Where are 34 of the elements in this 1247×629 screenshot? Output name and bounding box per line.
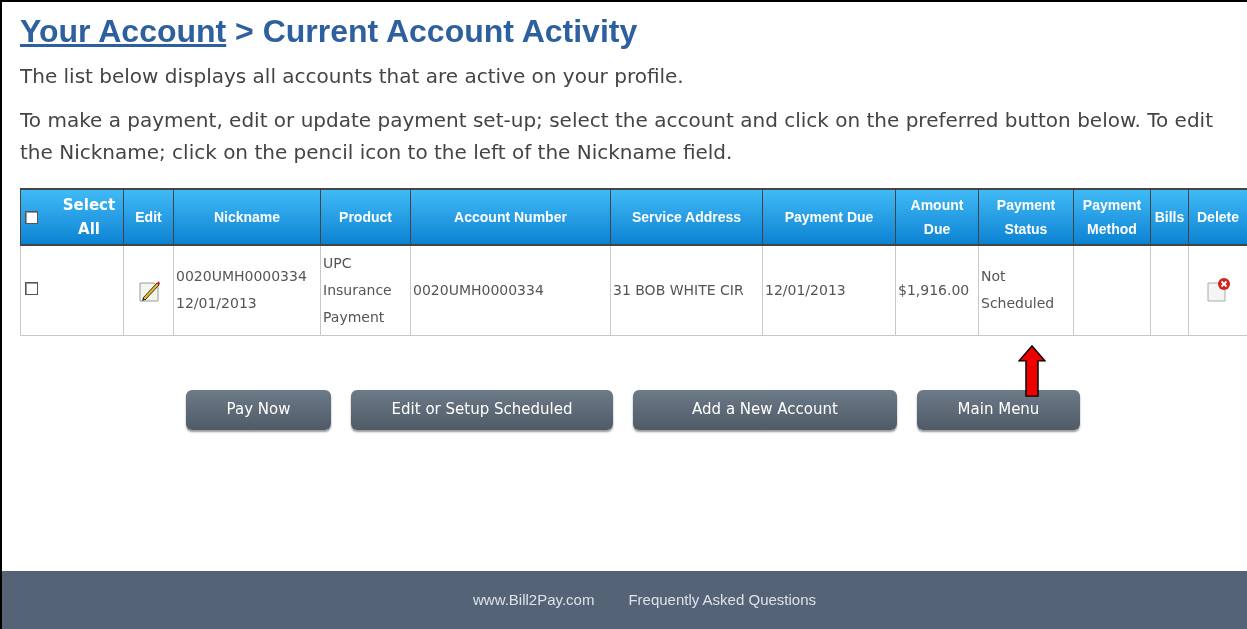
action-button[interactable]: Add a New Account <box>633 389 897 430</box>
your-account-link[interactable]: Your Account <box>20 13 227 49</box>
table-cell: 12/01/2013 <box>762 245 896 335</box>
table-cell: Not Scheduled <box>978 245 1074 335</box>
footer-link[interactable]: www.Bill2Pay.com <box>473 588 595 612</box>
annotation-arrow <box>1018 345 1046 397</box>
column-header: Edit <box>123 189 174 245</box>
column-header: Service Address <box>610 189 763 245</box>
select-all-label: Select All <box>61 195 117 240</box>
column-header: Amount Due <box>895 189 979 245</box>
column-header: Account Number <box>410 189 611 245</box>
column-header: Payment Method <box>1073 189 1151 245</box>
column-header: Payment Due <box>762 189 896 245</box>
nickname-text: 0020UMH0000334 <box>176 267 308 287</box>
column-header: Delete <box>1188 189 1247 245</box>
table-cell: 0020UMH0000334 <box>410 245 611 335</box>
intro-text: The list below displays all accounts that are active on your profile. <box>20 64 685 88</box>
table-cell: UPC Insurance Payment <box>320 245 411 335</box>
footer-link[interactable]: Frequently Asked Questions <box>628 588 816 612</box>
table-cell: $1,916.00 <box>895 245 979 335</box>
action-button[interactable]: Pay Now <box>186 389 331 430</box>
nickname-text: 12/01/2013 <box>176 294 258 314</box>
page-heading: Your Account > Current Account Activity <box>20 12 639 50</box>
checkbox[interactable] <box>25 210 38 224</box>
column-header: Product <box>320 189 411 245</box>
column-header: Payment Status <box>978 189 1074 245</box>
delete-icon[interactable] <box>1205 277 1231 304</box>
column-header: Nickname <box>173 189 321 245</box>
table-cell: 31 BOB WHITE CIR <box>610 245 763 335</box>
instructions-text: To make a payment, edit or update payment set-up; select the account and click on the preferred button below. To edit the Nickname; click on the pencil icon to the left of the Nickname field. <box>20 107 1214 166</box>
action-button[interactable]: Edit or Setup Scheduled <box>351 389 613 430</box>
column-header: Bills <box>1150 189 1189 245</box>
action-button[interactable]: Main Menu <box>917 389 1080 430</box>
checkbox[interactable] <box>25 282 38 296</box>
